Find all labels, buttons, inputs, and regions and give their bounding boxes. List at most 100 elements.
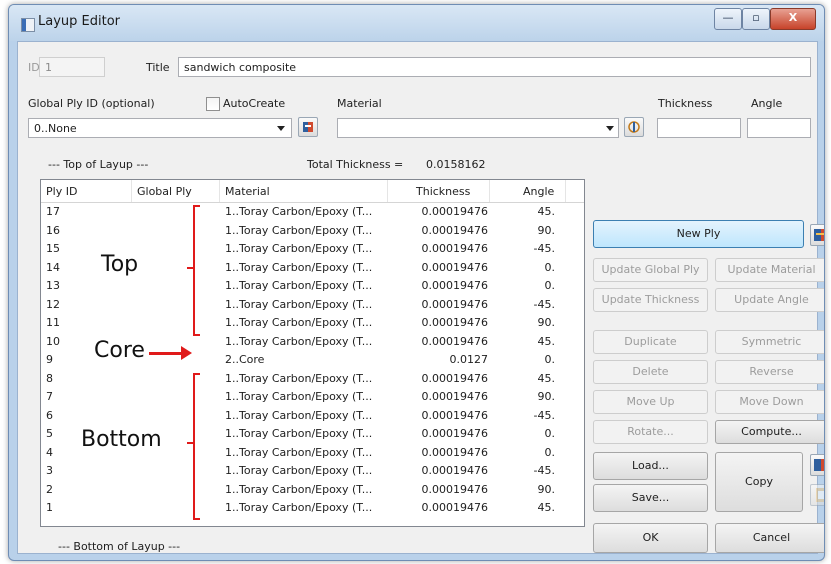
ok-button[interactable]: OK	[593, 523, 708, 553]
core-annotation: Core	[94, 338, 145, 363]
material-combo[interactable]	[337, 118, 619, 138]
core-arrow-icon	[181, 346, 192, 360]
new-ply-button[interactable]: New Ply	[593, 220, 804, 248]
angle-cell: -45.	[533, 297, 555, 311]
angle-cell: 45.	[537, 334, 556, 348]
bottom-of-layup-label: --- Bottom of Layup ---	[58, 540, 181, 553]
paste-button[interactable]	[810, 484, 824, 506]
angle-cell: -45.	[533, 408, 555, 422]
table-row[interactable]: 13 1..Toray Carbon/Epoxy (T... 0.00019476 0…	[41, 277, 584, 294]
angle-cell: 0.	[544, 279, 556, 292]
update-angle-button[interactable]: Update Angle	[715, 288, 824, 312]
chevron-down-icon	[277, 126, 285, 131]
material-browse-button[interactable]	[624, 117, 644, 137]
window-title: Layup Editor	[38, 14, 120, 29]
material-cell: 1..Toray Carbon/Epoxy (T...	[225, 242, 373, 255]
top-of-layup-label: --- Top of Layup ---	[48, 158, 149, 171]
new-global-ply-button[interactable]	[298, 117, 318, 137]
thickness-cell: 0.00019476	[421, 464, 488, 477]
ply-id-cell: 14	[46, 260, 60, 274]
global-ply-combo[interactable]: 0..None	[28, 118, 292, 138]
app-icon	[21, 18, 35, 32]
ply-id-cell: 15	[46, 242, 60, 255]
angle-cell: 0.	[544, 427, 556, 440]
table-row[interactable]: 12 1..Toray Carbon/Epoxy (T... 0.00019476 -…	[41, 296, 584, 313]
column-header-angle[interactable]: Angle	[523, 185, 554, 198]
thickness-cell: 0.00019476	[421, 260, 488, 274]
angle-cell: -45.	[533, 464, 555, 477]
column-header-material[interactable]: Material	[225, 185, 270, 198]
ply-id-cell: 5	[46, 427, 53, 440]
global-ply-label: Global Ply ID (optional)	[28, 97, 155, 110]
library-button[interactable]	[810, 224, 824, 246]
close-button[interactable]: X	[770, 8, 816, 30]
angle-cell: 0.	[544, 260, 556, 274]
ply-table-header: Ply ID Global Ply Material Thickness Ang…	[41, 180, 584, 203]
load-button[interactable]: Load...	[593, 452, 708, 480]
update-global-ply-button[interactable]: Update Global Ply	[593, 258, 708, 282]
thickness-cell: 0.00019476	[421, 279, 488, 292]
table-row[interactable]: 11 1..Toray Carbon/Epoxy (T... 0.00019476 9…	[41, 314, 584, 331]
material-cell: 1..Toray Carbon/Epoxy (T...	[225, 445, 373, 459]
cancel-button[interactable]: Cancel	[715, 523, 824, 553]
table-row[interactable]: 16 1..Toray Carbon/Epoxy (T... 0.00019476 9…	[41, 222, 584, 239]
ply-id-cell: 16	[46, 223, 60, 237]
thickness-input[interactable]	[657, 118, 741, 138]
ply-id-cell: 11	[46, 316, 60, 329]
bottom-annotation: Bottom	[81, 427, 162, 452]
title-input[interactable]: sandwich composite	[178, 57, 811, 77]
ply-id-cell: 9	[46, 353, 53, 366]
total-thickness-label: Total Thickness =	[307, 158, 404, 171]
copy-layup-icon	[814, 459, 824, 471]
symmetric-button[interactable]: Symmetric	[715, 330, 824, 354]
table-row[interactable]: 2 1..Toray Carbon/Epoxy (T... 0.00019476 90…	[41, 481, 584, 498]
move-up-button[interactable]: Move Up	[593, 390, 708, 414]
reverse-button[interactable]: Reverse	[715, 360, 824, 384]
table-row[interactable]: 1 1..Toray Carbon/Epoxy (T... 0.00019476 45…	[41, 499, 584, 516]
save-button[interactable]: Save...	[593, 484, 708, 512]
thickness-cell: 0.00019476	[421, 242, 488, 255]
table-row[interactable]: 8 1..Toray Carbon/Epoxy (T... 0.00019476 45…	[41, 370, 584, 387]
material-cell: 1..Toray Carbon/Epoxy (T...	[225, 464, 373, 477]
material-cell: 1..Toray Carbon/Epoxy (T...	[225, 223, 373, 237]
update-thickness-button[interactable]: Update Thickness	[593, 288, 708, 312]
column-header-thickness[interactable]: Thickness	[416, 185, 470, 198]
table-row[interactable]: 3 1..Toray Carbon/Epoxy (T... 0.00019476 -4…	[41, 462, 584, 479]
material-browse-icon	[628, 121, 640, 133]
copy-button[interactable]: Copy	[715, 452, 803, 512]
table-row[interactable]: 7 1..Toray Carbon/Epoxy (T... 0.00019476 90…	[41, 388, 584, 405]
angle-cell: 90.	[537, 316, 556, 329]
update-material-button[interactable]: Update Material	[715, 258, 824, 282]
thickness-cell: 0.00019476	[421, 223, 488, 237]
compute-button[interactable]: Compute...	[715, 420, 824, 444]
angle-cell: 45.	[537, 205, 556, 218]
autocreate-checkbox[interactable]	[206, 97, 220, 111]
minimize-button[interactable]: —	[714, 8, 742, 30]
maximize-button[interactable]: ▫	[742, 8, 770, 30]
table-row[interactable]: 6 1..Toray Carbon/Epoxy (T... 0.00019476 -4…	[41, 407, 584, 424]
delete-button[interactable]: Delete	[593, 360, 708, 384]
thickness-label: Thickness	[658, 97, 713, 110]
angle-input[interactable]	[747, 118, 811, 138]
column-header-ply-id[interactable]: Ply ID	[46, 185, 77, 198]
material-cell: 1..Toray Carbon/Epoxy (T...	[225, 279, 373, 292]
rotate-button[interactable]: Rotate...	[593, 420, 708, 444]
material-cell: 1..Toray Carbon/Epoxy (T...	[225, 334, 373, 348]
move-down-button[interactable]: Move Down	[715, 390, 824, 414]
material-cell: 1..Toray Carbon/Epoxy (T...	[225, 297, 373, 311]
thickness-cell: 0.00019476	[421, 445, 488, 459]
library-icon	[814, 229, 824, 241]
thickness-cell: 0.0127	[449, 353, 489, 366]
title-bar[interactable]: Layup Editor — ▫ X	[9, 5, 824, 41]
copy-layup-icon-button[interactable]	[810, 454, 824, 476]
ply-table[interactable]: Ply ID Global Ply Material Thickness Ang…	[40, 179, 585, 527]
chevron-down-icon	[606, 126, 614, 131]
column-header-global-ply[interactable]: Global Ply	[137, 185, 192, 198]
table-row[interactable]: 17 1..Toray Carbon/Epoxy (T... 0.00019476 4…	[41, 203, 584, 220]
duplicate-button[interactable]: Duplicate	[593, 330, 708, 354]
thickness-cell: 0.00019476	[421, 316, 488, 329]
angle-cell: 90.	[537, 482, 556, 496]
id-label: ID	[28, 61, 40, 74]
ply-id-cell: 4	[46, 445, 53, 459]
ply-id-cell: 12	[46, 297, 60, 311]
